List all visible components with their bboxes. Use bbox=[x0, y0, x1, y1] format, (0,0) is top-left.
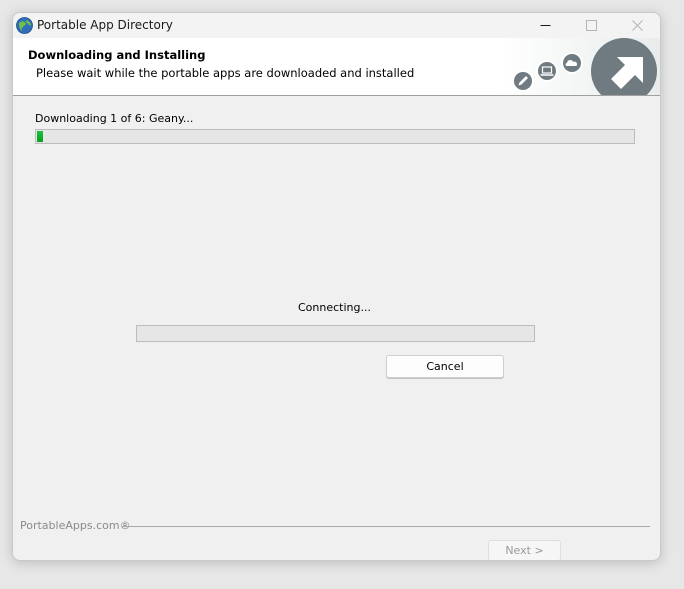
minimize-button[interactable] bbox=[522, 13, 568, 38]
close-button[interactable] bbox=[614, 13, 660, 38]
overall-progress-bar bbox=[35, 129, 635, 144]
download-progress-bar bbox=[136, 325, 535, 342]
download-status-label: Downloading 1 of 6: Geany... bbox=[35, 112, 194, 125]
wizard-content: Downloading 1 of 6: Geany... Connecting.… bbox=[13, 96, 660, 560]
maximize-icon bbox=[585, 20, 597, 31]
header-graphic bbox=[500, 38, 660, 95]
cancel-button[interactable]: Cancel bbox=[386, 355, 504, 378]
page-title: Downloading and Installing bbox=[28, 48, 206, 62]
page-subtitle: Please wait while the portable apps are … bbox=[36, 66, 415, 80]
overall-progress-fill bbox=[37, 131, 43, 142]
laptop-icon bbox=[536, 60, 558, 82]
pencil-icon bbox=[512, 70, 534, 92]
installer-window: Portable App Directory Downloading and I… bbox=[12, 12, 661, 561]
portableapps-brand: PortableApps.com® bbox=[20, 519, 131, 532]
cloud-icon bbox=[561, 52, 583, 74]
minimize-icon bbox=[540, 25, 550, 26]
title-bar[interactable]: Portable App Directory bbox=[13, 13, 660, 38]
close-icon bbox=[631, 20, 643, 31]
wizard-header: Downloading and Installing Please wait w… bbox=[13, 38, 660, 96]
connection-status-label: Connecting... bbox=[298, 301, 371, 314]
maximize-button[interactable] bbox=[568, 13, 614, 38]
next-button[interactable]: Next > bbox=[488, 540, 561, 560]
footer-divider bbox=[122, 526, 650, 527]
globe-icon bbox=[16, 17, 33, 34]
window-title: Portable App Directory bbox=[37, 18, 173, 32]
